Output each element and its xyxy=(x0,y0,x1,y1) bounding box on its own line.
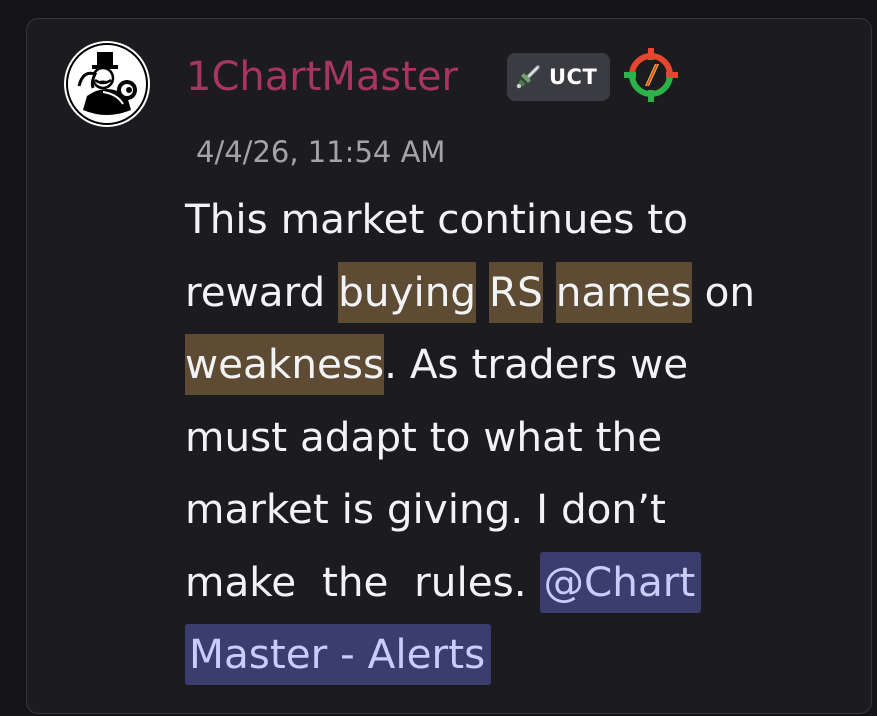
message-text: . As traders we xyxy=(384,340,689,388)
search-highlight: names xyxy=(555,261,692,323)
message-line: make the rules. @Chart xyxy=(185,546,825,619)
message-text: reward xyxy=(185,267,339,316)
search-highlight: buying xyxy=(338,261,477,323)
role-tag-label: UCT xyxy=(549,65,598,89)
message-line: market is giving. I don’t xyxy=(185,473,825,546)
message-content: This market continues to reward buying R… xyxy=(185,183,825,691)
crosshair-target-icon xyxy=(624,48,678,102)
sword-icon xyxy=(516,65,540,89)
search-highlight: RS xyxy=(489,261,543,323)
message-text xyxy=(543,268,556,316)
message-text: market is giving. I don’t xyxy=(185,485,666,533)
message-line: must adapt to what the xyxy=(185,401,825,474)
message-line: weakness. As traders we xyxy=(185,328,825,401)
message-line: This market continues to xyxy=(185,183,825,256)
message-text: make the rules. xyxy=(185,557,540,606)
message-line: Master - Alerts xyxy=(185,618,825,691)
avatar[interactable] xyxy=(63,40,151,128)
message-text xyxy=(476,268,489,316)
message-timestamp: 4/4/26, 11:54 AM xyxy=(196,135,446,169)
message-text: must adapt to what the xyxy=(185,412,663,461)
message-line: reward buying RS names on xyxy=(185,256,825,329)
message-text: This market continues to xyxy=(185,195,688,243)
search-highlight: weakness xyxy=(185,334,385,395)
role-tag[interactable]: UCT xyxy=(507,53,610,101)
author-username[interactable]: 1ChartMaster xyxy=(186,52,458,102)
role-mention[interactable]: Master - Alerts xyxy=(185,624,492,685)
role-mention[interactable]: @Chart xyxy=(539,551,702,613)
message-text: on xyxy=(691,267,756,316)
